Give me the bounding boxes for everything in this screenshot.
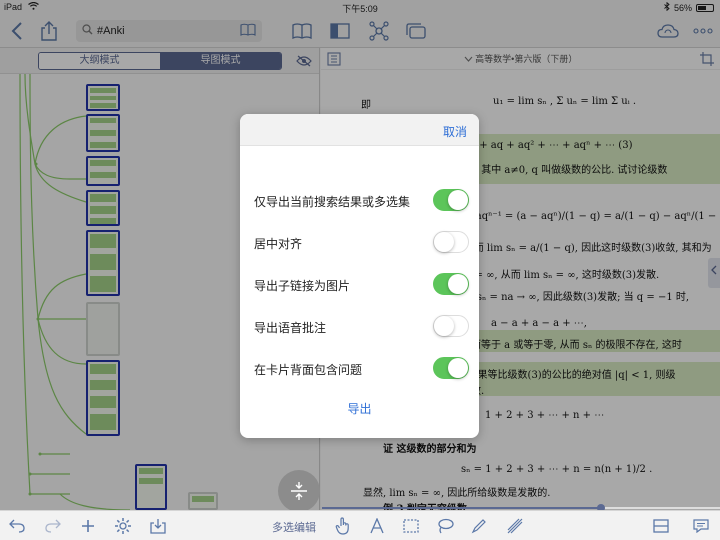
pen-icon[interactable] — [468, 515, 490, 537]
redo-icon[interactable] — [42, 515, 64, 537]
cancel-button[interactable]: 取消 — [443, 123, 467, 140]
option-label: 仅导出当前搜索结果或多选集 — [254, 195, 411, 209]
rectangle-select-icon[interactable] — [400, 515, 422, 537]
comment-icon[interactable] — [690, 515, 712, 537]
dialog-header: 取消 — [240, 114, 479, 146]
export-sublinks-as-images-toggle[interactable] — [433, 273, 469, 295]
toggle-knob — [448, 274, 468, 294]
option-row: 导出子链接为图片 — [240, 271, 479, 299]
multi-select-edit-button[interactable]: 多选编辑 — [272, 519, 316, 535]
include-question-on-back-toggle[interactable] — [433, 357, 469, 379]
toggle-knob — [448, 358, 468, 378]
option-label: 导出子链接为图片 — [254, 279, 351, 293]
option-row: 居中对齐 — [240, 229, 479, 257]
export-options-dialog: 取消 仅导出当前搜索结果或多选集 居中对齐 导出子链接为图片 导出语音批注 在卡… — [240, 114, 479, 438]
progress-fill — [322, 507, 601, 509]
toggle-knob — [448, 190, 468, 210]
option-label: 居中对齐 — [254, 237, 303, 251]
lasso-icon[interactable] — [434, 515, 456, 537]
option-row: 在卡片背面包含问题 — [240, 355, 479, 383]
text-tool-icon[interactable] — [366, 515, 388, 537]
settings-gear-icon[interactable] — [112, 515, 134, 537]
layout-split-icon[interactable] — [650, 515, 672, 537]
export-voice-notes-toggle[interactable] — [433, 315, 469, 337]
bottom-toolbar: 多选编辑 — [0, 510, 720, 540]
option-row: 导出语音批注 — [240, 313, 479, 341]
toggle-knob — [434, 232, 454, 252]
option-label: 导出语音批注 — [254, 321, 327, 335]
reading-progress-bar[interactable] — [322, 504, 720, 512]
add-icon[interactable] — [77, 515, 99, 537]
hand-pointer-icon[interactable] — [332, 515, 354, 537]
center-align-toggle[interactable] — [433, 231, 469, 253]
import-tray-icon[interactable] — [147, 515, 169, 537]
option-row: 仅导出当前搜索结果或多选集 — [240, 187, 479, 215]
floating-center-button[interactable] — [278, 470, 320, 512]
toggle-knob — [434, 316, 454, 336]
eraser-icon[interactable] — [504, 515, 526, 537]
export-search-results-toggle[interactable] — [433, 189, 469, 211]
option-label: 在卡片背面包含问题 — [254, 363, 363, 377]
export-button[interactable]: 导出 — [240, 400, 479, 417]
undo-icon[interactable] — [6, 515, 28, 537]
